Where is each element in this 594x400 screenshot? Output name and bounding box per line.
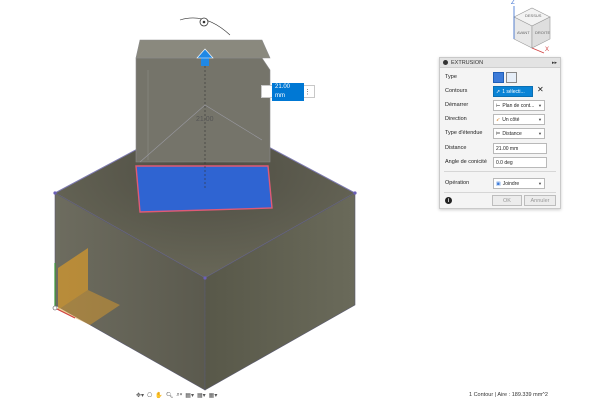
profiles-label: Contours [445,88,468,94]
join-icon: ▣ [496,180,501,187]
operation-dropdown[interactable]: ▣ Joindre ▼ [493,178,545,189]
ok-button[interactable]: OK [492,195,522,206]
taper-angle-value[interactable]: 0.0 deg [496,160,513,166]
chevron-down-icon: ▼ [538,117,542,122]
selected-profile-face[interactable] [135,165,273,213]
dimension-label: 21.00 [196,116,214,123]
viewcube[interactable]: Z X DESSUS AVANT DROITE [500,0,560,56]
direction-dropdown[interactable]: ➶ Un côté ▼ [493,114,545,125]
divider [444,171,556,172]
axis-z-label: Z [511,0,515,6]
panel-header: EXTRUSION ▸▸ [440,58,560,68]
extent-type-dropdown[interactable]: ⊨ Distance ▼ [493,128,545,139]
start-dropdown[interactable]: ⊢ Plan de cont... ▼ [493,100,545,111]
viewcube-top-label: DESSUS [525,13,542,18]
profiles-select-value: 1 sélecti... [502,88,525,95]
distance-label: Distance [445,145,467,151]
start-label: Démarrer [445,102,469,108]
3d-viewport[interactable]: 21.00 mm ⋮ 21.00 Z X DESSUS AVANT DROITE… [0,0,594,400]
direction-label: Direction [445,116,467,122]
extrude-thin-icon[interactable] [506,72,517,83]
chevron-down-icon: ▼ [538,181,542,186]
panel-dot-icon [443,60,448,65]
viewports-icon[interactable]: ▦▾ [209,392,218,399]
direction-dropdown-value: Un côté [502,116,520,123]
navigation-toolbar: ✥▾ ⎔ ✋ 🔍︎ ⌕▾ ▦▾ ▦▾ ▦▾ [136,390,217,400]
panel-title: EXTRUSION [451,59,484,66]
one-side-icon: ➶ [496,116,501,123]
zoom-icon[interactable]: 🔍︎ [166,392,174,399]
extrusion-panel: EXTRUSION ▸▸ Type Contours ➚ 1 sélecti..… [439,57,561,209]
extent-type-dropdown-value: Distance [502,130,522,137]
expand-icon[interactable]: ▸▸ [552,60,557,66]
taper-angle-field[interactable]: 0.0 deg [493,157,547,168]
viewcube-right-label: DROITE [535,30,551,35]
distance-field[interactable]: 21.00 mm [493,143,547,154]
start-dropdown-value: Plan de cont... [502,102,535,109]
grid-settings-icon[interactable]: ▦▾ [197,392,206,399]
orbit-icon[interactable]: ✥▾ [136,392,144,399]
pan-icon[interactable]: ✋ [155,392,162,399]
operation-label: Opération [445,180,470,186]
info-icon[interactable]: i [445,197,452,204]
type-label: Type [445,74,457,80]
cancel-button[interactable]: Annuler [524,195,556,206]
cursor-icon: ➚ [496,88,501,95]
taper-label: Angle de conicité [445,159,487,165]
distance-field-value[interactable]: 21.00 mm [496,146,518,152]
status-text: 1 Contour | Aire : 189.339 mm^2 [469,392,548,398]
distance-input-value[interactable]: 21.00 mm [272,82,304,101]
look-at-icon[interactable]: ⎔ [147,392,152,399]
display-settings-icon[interactable]: ▦▾ [185,392,194,399]
axis-x-label: X [545,47,550,53]
divider [444,192,556,193]
clear-selection-icon[interactable]: ✕ [537,85,544,94]
distance-icon: ⊨ [496,130,501,137]
fit-icon[interactable]: ⌕▾ [176,392,182,399]
profile-plane-icon: ⊢ [496,102,501,109]
profiles-select-button[interactable]: ➚ 1 sélecti... [493,86,533,97]
extent-type-label: Type d'étendue [445,130,483,136]
extrusion-preview-front [135,57,271,163]
operation-dropdown-value: Joindre [502,180,520,187]
distance-input[interactable]: 21.00 mm ⋮ [261,82,315,101]
rotation-handle-icon[interactable] [179,17,231,36]
more-options-icon[interactable]: ⋮ [304,88,311,96]
chevron-down-icon: ▼ [538,131,542,136]
extrude-solid-icon[interactable] [493,72,504,83]
chevron-down-icon: ▼ [538,103,542,108]
viewcube-front-label: AVANT [517,30,530,35]
